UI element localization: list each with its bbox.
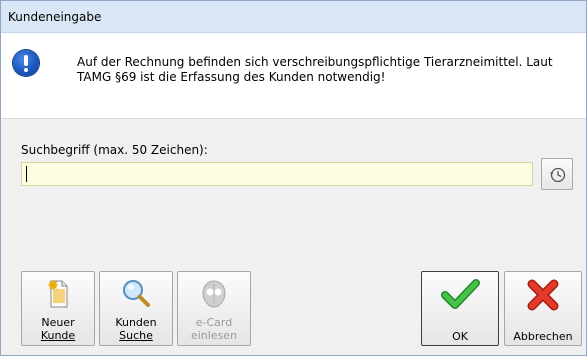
- cross-icon: [505, 278, 581, 311]
- history-button[interactable]: [541, 158, 573, 190]
- search-input[interactable]: [21, 162, 533, 186]
- new-document-icon: [22, 278, 94, 310]
- ok-label: OK: [452, 330, 468, 343]
- message-text: Auf der Rechnung befinden sich verschrei…: [77, 55, 553, 84]
- ecard-label-2: einlesen: [190, 329, 238, 342]
- title-bar[interactable]: Kundeneingabe: [1, 1, 586, 33]
- ok-button[interactable]: OK: [421, 271, 499, 346]
- customer-search-label-2: Suche: [119, 329, 153, 342]
- history-icon: [550, 167, 566, 183]
- customer-entry-dialog: Kundeneingabe Auf der Rechnung befinden …: [0, 0, 587, 356]
- cancel-label: Abbrechen: [513, 330, 573, 343]
- info-exclamation-icon: [13, 50, 39, 76]
- magnifier-icon: [100, 278, 172, 310]
- ecard-read-button[interactable]: e-Card einlesen: [177, 271, 251, 346]
- search-label: Suchbegriff (max. 50 Zeichen):: [21, 143, 208, 157]
- new-customer-label-2: Kunde: [40, 329, 76, 342]
- ecard-icon: [178, 278, 250, 310]
- message-panel: Auf der Rechnung befinden sich verschrei…: [1, 33, 586, 119]
- new-customer-button[interactable]: Neuer Kunde: [21, 271, 95, 346]
- ecard-label-1: e-Card: [195, 316, 233, 329]
- new-customer-label-1: Neuer: [41, 316, 75, 329]
- window-title: Kundeneingabe: [8, 10, 102, 24]
- cancel-button[interactable]: Abbrechen: [504, 271, 582, 346]
- customer-search-label-1: Kunden: [115, 316, 157, 329]
- text-caret: [26, 166, 27, 182]
- checkmark-icon: [422, 278, 498, 310]
- customer-search-button[interactable]: Kunden Suche: [99, 271, 173, 346]
